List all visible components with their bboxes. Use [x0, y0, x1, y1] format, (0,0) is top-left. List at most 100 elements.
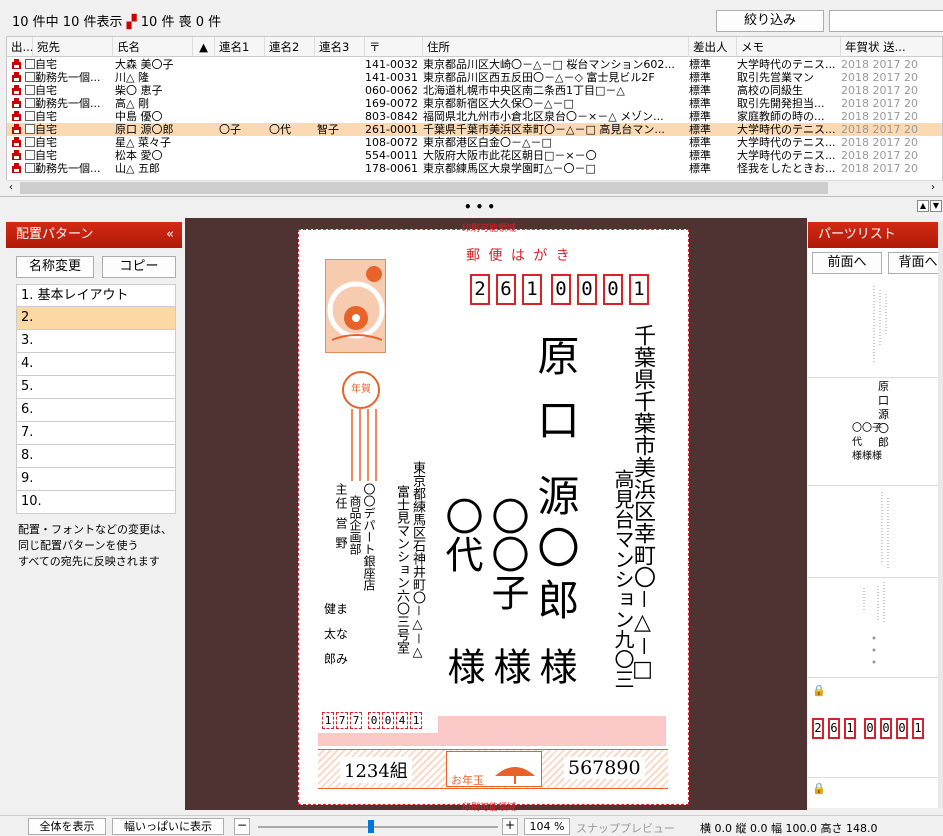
table-row[interactable]: 自宅 松本 愛〇 554-0011 大阪府大阪市此花区朝日□－×－〇 標準 大学時代のテニ…: [7, 149, 942, 162]
honorific-main[interactable]: 様: [533, 647, 577, 685]
honorific-joint2[interactable]: 様: [441, 647, 485, 685]
cell-zip: 169-0072: [365, 97, 418, 110]
col-header-ren1[interactable]: 連名1: [215, 37, 265, 57]
cell-dest: 自宅: [35, 58, 57, 71]
part-thumb-sender-address[interactable]: [808, 486, 943, 578]
print-icon[interactable]: [11, 150, 22, 161]
bring-front-button[interactable]: 前面へ: [812, 252, 882, 274]
fit-all-button[interactable]: 全体を表示: [28, 818, 106, 835]
print-icon[interactable]: [11, 72, 22, 83]
col-header-print[interactable]: 出...: [7, 37, 33, 57]
sender-family[interactable]: 健ま 太な 郎み: [324, 601, 348, 668]
col-header-dest[interactable]: 宛先: [33, 37, 113, 57]
preview-toggle[interactable]: プレビュー: [620, 820, 675, 836]
table-row[interactable]: 自宅 星△ 菜々子 108-0072 東京都港区白金〇－△－□ 標準 大学時代のテニス..…: [7, 136, 942, 149]
print-icon[interactable]: [11, 137, 22, 148]
joint-name-1[interactable]: 〇〇子: [485, 497, 529, 611]
scroll-left-icon[interactable]: ‹: [9, 182, 13, 193]
table-row[interactable]: 自宅 大森 美〇子 141-0032 東京都品川区大崎〇－△－□ 桜台マンション602…: [7, 58, 942, 71]
table-row[interactable]: 勤務先一個... 山△ 五郎 178-0061 東京都練馬区大泉学園町△－〇－□ 標準 怪…: [7, 162, 942, 175]
table-row[interactable]: 自宅 原口 源〇郎 〇子 〇代 智子 261-0001 千葉県千葉市美浜区幸町〇－△－□ 高…: [7, 123, 942, 136]
col-header-name[interactable]: 氏名: [113, 37, 193, 57]
stamp-image[interactable]: [325, 259, 386, 353]
col-header-address[interactable]: 住所: [423, 37, 689, 57]
zoom-in-button[interactable]: +: [502, 818, 518, 835]
col-header-ren3[interactable]: 連名3: [315, 37, 365, 57]
pattern-item[interactable]: 6.: [16, 399, 176, 422]
copy-button[interactable]: コピー: [102, 256, 176, 278]
pattern-item[interactable]: 2.: [16, 307, 176, 330]
scrollbar-thumb[interactable]: [20, 182, 828, 194]
print-icon[interactable]: [11, 59, 22, 70]
row-checkbox[interactable]: [25, 163, 35, 173]
cell-sender: 標準: [689, 58, 711, 71]
sender-address-line1[interactable]: 東京都練馬区石神井町〇－△－△: [410, 461, 425, 660]
pattern-item[interactable]: 5.: [16, 376, 176, 399]
snap-toggle[interactable]: スナップ: [576, 820, 620, 836]
col-header-zip[interactable]: 〒: [365, 37, 423, 57]
splitter-grip-icon[interactable]: •••: [464, 200, 499, 214]
zoom-level-field[interactable]: 104 %: [524, 818, 570, 835]
row-checkbox[interactable]: [25, 150, 35, 160]
pattern-item[interactable]: 4.: [16, 353, 176, 376]
print-icon[interactable]: [11, 98, 22, 109]
filter-button[interactable]: 絞り込み: [716, 10, 824, 32]
search-input[interactable]: [829, 10, 943, 32]
col-header-memo[interactable]: メモ: [737, 37, 841, 57]
col-header-ren2[interactable]: 連名2: [265, 37, 315, 57]
table-row[interactable]: 自宅 柴〇 恵子 060-0062 北海道札幌市中央区南二条西1丁目□－△ 標準 高校の同…: [7, 84, 942, 97]
recipient-surname[interactable]: 原口: [531, 334, 580, 462]
thumb-joint: 〇〇子 代 様様様: [852, 422, 882, 464]
recipient-given-name[interactable]: 源〇郎: [531, 474, 580, 630]
recipient-address-line2[interactable]: 高見台マンション九〇三: [611, 469, 635, 689]
parts-scrollbar[interactable]: [938, 222, 943, 808]
table-row[interactable]: 勤務先一個... 川△ 隆 141-0031 東京都品川区西五反田〇－△－◇ 富士見ビ…: [7, 71, 942, 84]
part-thumb-lottery[interactable]: 🔒: [808, 778, 943, 808]
collapse-up-icon[interactable]: ▲: [917, 200, 929, 212]
row-checkbox[interactable]: [25, 124, 35, 134]
scroll-right-icon[interactable]: ›: [931, 182, 935, 193]
print-icon[interactable]: [11, 111, 22, 122]
lock-icon[interactable]: 🔒: [812, 684, 826, 697]
print-icon[interactable]: [11, 85, 22, 96]
pattern-item[interactable]: 3.: [16, 330, 176, 353]
send-back-button[interactable]: 背面へ: [888, 252, 943, 274]
sender-address-line2[interactable]: 富士見マンション六〇三号室: [394, 485, 409, 654]
part-thumb-sender-name[interactable]: [808, 578, 943, 678]
zoom-slider-track[interactable]: [258, 826, 498, 828]
rename-button[interactable]: 名称変更: [16, 256, 94, 278]
part-thumb-address[interactable]: [808, 278, 943, 378]
row-checkbox[interactable]: [25, 59, 35, 69]
row-checkbox[interactable]: [25, 85, 35, 95]
honorific-joint1[interactable]: 様: [487, 647, 531, 685]
collapse-down-icon[interactable]: ▼: [930, 200, 942, 212]
part-thumb-zip[interactable]: 🔒 2610001: [808, 678, 943, 778]
pattern-item[interactable]: 8.: [16, 445, 176, 468]
cell-address: 北海道札幌市中央区南二条西1丁目□－△: [423, 84, 625, 97]
fit-width-button[interactable]: 幅いっぱいに表示: [112, 818, 224, 835]
sender-company[interactable]: 〇〇デパート銀座店: [362, 483, 376, 591]
row-checkbox[interactable]: [25, 98, 35, 108]
pattern-item[interactable]: 7.: [16, 422, 176, 445]
row-checkbox[interactable]: [25, 137, 35, 147]
lock-icon[interactable]: 🔒: [812, 782, 826, 795]
pattern-item[interactable]: 10.: [16, 491, 176, 514]
pattern-item[interactable]: 9.: [16, 468, 176, 491]
row-checkbox[interactable]: [25, 111, 35, 121]
table-row[interactable]: 自宅 中島 優〇 803-0842 福岡県北九州市小倉北区泉台〇－×－△ メゾン...…: [7, 110, 942, 123]
print-icon[interactable]: [11, 124, 22, 135]
zoom-out-button[interactable]: −: [234, 818, 250, 835]
joint-name-2[interactable]: 〇代: [439, 497, 483, 573]
collapse-left-icon[interactable]: «: [166, 222, 174, 248]
sender-title[interactable]: 主任 営 野: [334, 483, 348, 573]
col-header-nenga[interactable]: 年賀状 送...: [841, 37, 942, 57]
part-thumb-name[interactable]: 原 口 源 〇 郎 〇〇子 代 様様様: [808, 378, 943, 486]
sender-dept[interactable]: 商品企画部: [348, 495, 362, 555]
row-checkbox[interactable]: [25, 72, 35, 82]
table-row[interactable]: 勤務先一個... 高△ 剛 169-0072 東京都新宿区大久保〇－△－□ 標準 取引先開…: [7, 97, 942, 110]
zoom-slider-thumb[interactable]: [368, 820, 374, 833]
col-header-sender[interactable]: 差出人: [689, 37, 737, 57]
print-icon[interactable]: [11, 163, 22, 174]
sort-asc-icon[interactable]: ▲: [193, 37, 215, 57]
pattern-item[interactable]: 1. 基本レイアウト: [16, 284, 176, 307]
